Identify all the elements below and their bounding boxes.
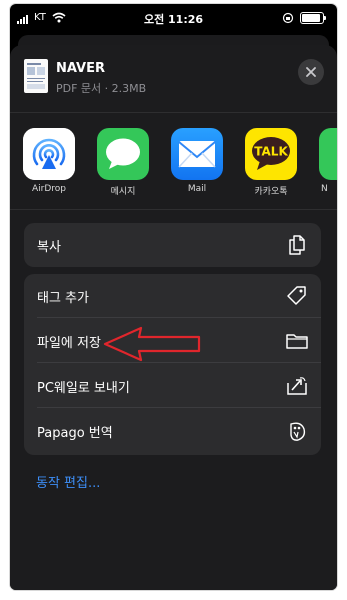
share-sheet: NAVER PDF 문서 · 2.3MB AirDrop 메시지 Mail TA… [10,45,337,590]
close-button[interactable] [298,59,324,85]
document-title: NAVER [56,61,106,76]
row-divider [37,317,321,318]
copy-group: 복사 [24,223,321,267]
copy-action[interactable]: 복사 [24,223,321,267]
red-annotation-arrow [103,326,201,362]
share-app-airdrop[interactable]: AirDrop [17,128,81,194]
edit-actions-link[interactable]: 동작 편집... [36,472,100,491]
papago-translate-action[interactable]: Papago 번역 [24,409,321,453]
kakaotalk-logo-text: TALK [254,145,288,159]
document-thumbnail [24,59,48,93]
battery-level [302,14,320,22]
kakaotalk-icon: TALK [245,128,297,180]
apps-divider [10,209,337,210]
share-app-partial[interactable]: N [313,128,337,194]
folder-icon [286,334,308,349]
send-to-pc-action[interactable]: PC웨일로 보내기 [24,364,321,408]
add-tags-action[interactable]: 태그 추가 [24,274,321,318]
battery-icon [300,12,326,24]
phone-screen: KT 오전 11:26 NAVER PDF 문서 · 2.3MB AirDrop… [10,4,337,590]
share-sheet-header: NAVER PDF 문서 · 2.3MB [10,45,337,112]
share-app-label: Mail [187,184,207,194]
share-app-label: AirDrop [31,184,66,194]
document-meta: PDF 문서 · 2.3MB [56,82,147,95]
tag-icon [287,286,306,305]
papago-label: Papago 번역 [37,426,113,441]
papago-icon [290,422,306,441]
airdrop-icon [23,128,75,180]
mail-icon [171,128,223,180]
copy-action-label: 복사 [37,240,61,255]
messages-icon [97,128,149,180]
share-app-label: 카카오톡 [254,187,288,197]
status-bar: KT 오전 11:26 [10,4,337,34]
actions-group: 태그 추가 파일에 저장 PC웨일로 보내기 Papago 번역 [24,274,321,455]
whale-send-icon [287,377,307,395]
add-tags-label: 태그 추가 [37,291,89,306]
header-divider [10,112,337,113]
row-divider [37,407,321,408]
copy-icon [289,235,305,255]
orientation-lock-icon [282,12,294,24]
share-app-label: N [321,184,328,194]
save-to-files-label: 파일에 저장 [37,336,101,351]
row-divider [37,362,321,363]
share-app-label: 메시지 [110,187,136,197]
close-icon [306,67,316,77]
share-app-mail[interactable]: Mail [165,128,229,194]
share-app-messages[interactable]: 메시지 [91,128,155,197]
send-to-pc-label: PC웨일로 보내기 [37,381,130,396]
partial-app-icon [319,128,337,180]
share-app-kakaotalk[interactable]: TALK 카카오톡 [239,128,303,197]
